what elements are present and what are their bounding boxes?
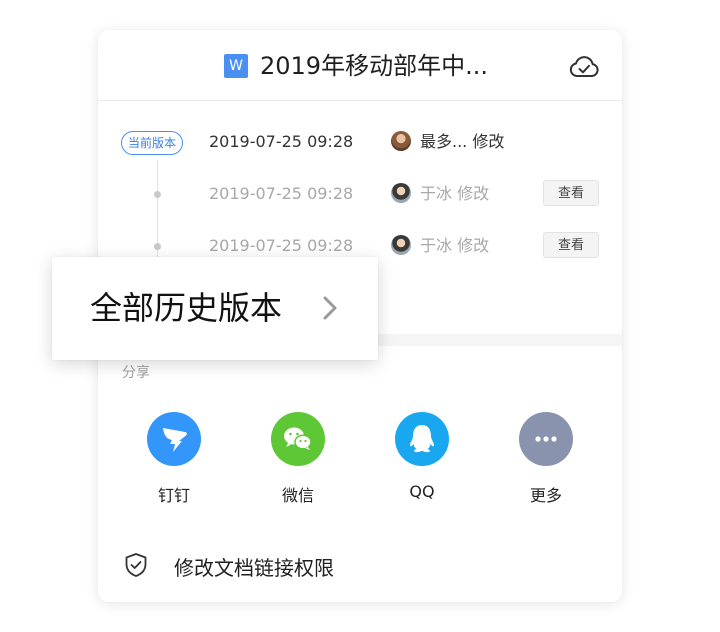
share-item-label: 微信	[281, 486, 314, 505]
version-time: 2019-07-25 09:28	[209, 184, 354, 203]
version-time: 2019-07-25 09:28	[209, 132, 354, 151]
document-title: 2019年移动部年中...	[260, 52, 488, 80]
qq-icon	[395, 412, 449, 466]
chevron-right-icon	[323, 296, 337, 320]
share-item-label: QQ	[409, 482, 435, 501]
avatar	[391, 183, 411, 203]
version-row: 2019-07-25 09:28 于冰 修改 查看	[98, 180, 622, 210]
more-icon	[519, 412, 573, 466]
panel-header: W 2019年移动部年中...	[98, 30, 622, 101]
version-editor: 于冰 修改	[420, 184, 490, 203]
version-editor: 最多... 修改	[420, 132, 505, 151]
link-permission-label: 修改文档链接权限	[174, 556, 334, 580]
share-more-button[interactable]: 更多	[506, 412, 586, 508]
avatar	[391, 235, 411, 255]
version-row-current: 当前版本 2019-07-25 09:28 最多... 修改	[98, 128, 622, 158]
share-qq-button[interactable]: QQ	[382, 412, 462, 508]
timeline-dot	[154, 191, 161, 198]
share-wechat-button[interactable]: 微信	[258, 412, 338, 508]
wechat-icon	[271, 412, 325, 466]
share-item-label: 钉钉	[157, 486, 190, 505]
all-history-versions-label: 全部历史版本	[90, 289, 283, 327]
timeline-dot	[154, 243, 161, 250]
view-version-button[interactable]: 查看	[543, 180, 599, 206]
version-time: 2019-07-25 09:28	[209, 236, 354, 255]
view-version-button[interactable]: 查看	[543, 232, 599, 258]
avatar	[391, 131, 411, 151]
current-version-tag: 当前版本	[121, 131, 184, 155]
cloud-check-icon[interactable]	[568, 54, 600, 80]
all-history-versions-button[interactable]: 全部历史版本	[52, 257, 378, 360]
share-item-label: 更多	[529, 486, 562, 505]
word-doc-icon: W	[224, 54, 248, 78]
link-permission-row[interactable]: 修改文档链接权限	[98, 542, 622, 586]
share-section-label: 分享	[122, 365, 150, 381]
shield-check-icon	[125, 553, 147, 577]
dingtalk-icon	[147, 412, 201, 466]
version-editor: 于冰 修改	[420, 236, 490, 255]
share-dingtalk-button[interactable]: 钉钉	[134, 412, 214, 508]
